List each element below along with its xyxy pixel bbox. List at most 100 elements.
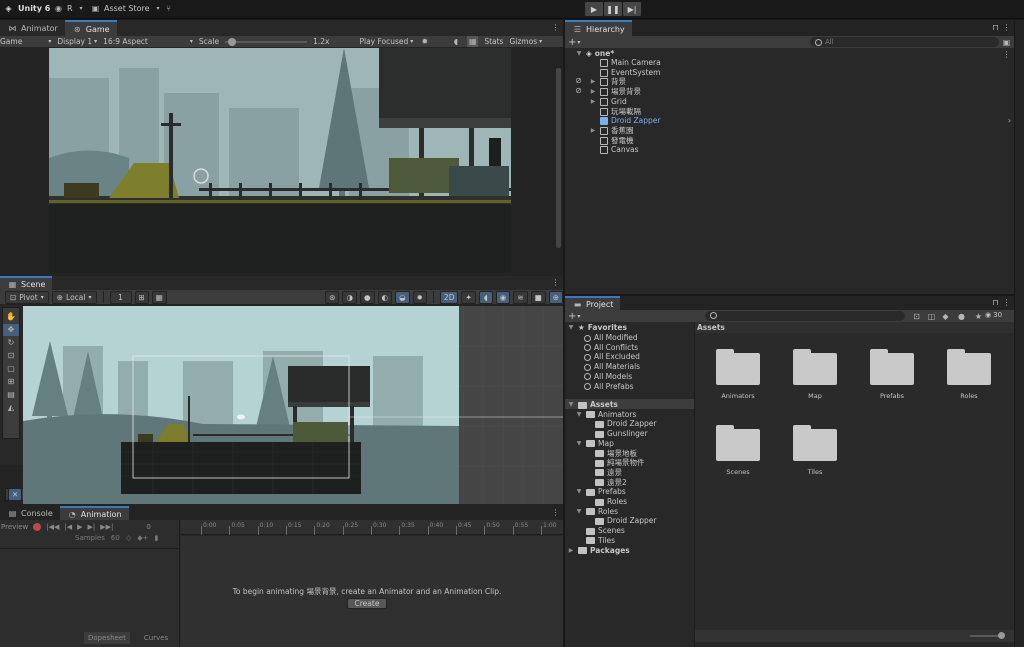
asset-folder-tile[interactable]: Prefabs — [857, 349, 927, 400]
create-dropdown[interactable]: + ▾ — [565, 311, 580, 322]
asset-folder-tile[interactable]: Tiles — [780, 425, 850, 476]
chevron-right-icon[interactable]: › — [1004, 115, 1015, 126]
display-dropdown[interactable]: Display 1 ▾ — [57, 37, 97, 46]
game-scrollbar[interactable] — [556, 68, 561, 248]
search-options-icon[interactable]: ▣ — [1001, 37, 1012, 48]
favorite-item[interactable]: All Modified — [584, 333, 638, 343]
more-menu-icon[interactable]: ⋮ — [1001, 297, 1012, 308]
search-by-type-icon[interactable]: ⊡ — [911, 311, 922, 322]
timeline-ruler[interactable]: 0:00 0:05 0:10 0:15 0:20 0:25 0:30 0:35 0:40 0:45… — [181, 520, 563, 535]
project-tree-item[interactable]: Scenes — [575, 526, 625, 536]
project-tree-item[interactable]: ▼ Animators — [575, 410, 637, 420]
hierarchy-item[interactable]: Droid Zapper — [589, 116, 660, 126]
bug-icon[interactable]: ✹ — [419, 36, 430, 47]
hierarchy-search-input[interactable]: All — [810, 37, 999, 47]
play-button[interactable]: ▶ — [585, 2, 603, 16]
view-tool-icon[interactable]: ✋ — [3, 311, 19, 323]
icon-size-slider-thumb[interactable] — [998, 632, 1005, 639]
transform-tool-icon[interactable]: ⊞ — [3, 376, 19, 388]
tile-select-icon[interactable]: ✕ — [8, 488, 23, 501]
next-key-icon[interactable]: ▶| — [88, 523, 96, 531]
eye-hidden-icon[interactable]: ⊘ — [573, 85, 584, 96]
add-event-icon[interactable]: ◆+ — [137, 534, 148, 542]
mode-2d-button[interactable]: 2D — [439, 290, 459, 304]
project-tree-item[interactable]: ▶ Packages — [567, 546, 630, 556]
scale-slider-thumb[interactable] — [228, 37, 237, 46]
asset-folder-tile[interactable]: Map — [780, 349, 850, 400]
tab-animation[interactable]: ◔ Animation — [59, 506, 129, 520]
tab-game[interactable]: ⊛ Game — [64, 20, 117, 36]
frame-input[interactable]: 0 — [146, 523, 150, 531]
grid-size-input[interactable]: 1 — [109, 290, 132, 304]
info-icon[interactable]: ● — [956, 311, 967, 322]
hierarchy-item[interactable]: 玩場載隔 — [589, 107, 641, 117]
tab-animator[interactable]: ⋈ Animator — [0, 20, 65, 36]
layers-button[interactable]: ≋ — [513, 290, 528, 304]
hierarchy-item[interactable]: ▶ Grid — [589, 97, 627, 107]
render-options-button[interactable]: ✹ — [412, 290, 427, 304]
scale-slider[interactable] — [225, 37, 308, 46]
pivot-dropdown[interactable]: ⊡ Pivot ▾ — [5, 290, 49, 304]
hierarchy-item[interactable]: ▶ 場景背景 — [589, 87, 641, 97]
chevron-down-icon[interactable]: ▼ — [575, 410, 583, 420]
grid-visibility-button[interactable]: ▦ — [151, 290, 167, 304]
move-tool-icon[interactable]: ✥ — [3, 324, 19, 336]
audio-toggle-button[interactable]: ◖ — [478, 290, 493, 304]
search-by-label-icon[interactable]: ◫ — [926, 311, 937, 322]
breadcrumb[interactable]: Assets — [697, 323, 725, 332]
project-tree-item[interactable]: Gunslinger — [584, 429, 648, 439]
hierarchy-item[interactable]: ▶ 香蕉園 — [589, 126, 634, 136]
favorite-item[interactable]: All Models — [584, 372, 632, 382]
version-control-icon[interactable]: ⑂ — [163, 3, 174, 14]
rect-tool-icon[interactable]: ▢ — [3, 363, 19, 375]
chevron-down-icon[interactable]: ▼ — [567, 400, 575, 410]
project-tree-item[interactable]: ▼ Roles — [575, 507, 618, 517]
local-dropdown[interactable]: ⊕ Local ▾ — [51, 290, 97, 304]
tag-icon[interactable]: ◆ — [940, 311, 951, 322]
last-key-icon[interactable]: ▶▶| — [100, 523, 113, 531]
tab-dopesheet[interactable]: Dopesheet — [84, 632, 130, 644]
more-menu-icon[interactable]: ⋮ — [1001, 22, 1012, 33]
pause-button[interactable]: ❚❚ — [604, 2, 622, 16]
lock-icon[interactable]: ⊓ — [990, 22, 1001, 33]
favorite-item[interactable]: All Materials — [584, 362, 640, 372]
draw-mode-button[interactable]: ⊛ — [325, 290, 340, 304]
hierarchy-item[interactable]: ▶ 背景 — [589, 77, 626, 87]
account-dropdown[interactable]: ◉ R ▾ — [53, 3, 87, 14]
event-marker-icon[interactable]: ▮ — [154, 534, 158, 542]
more-menu-icon[interactable]: ⋮ — [550, 277, 561, 288]
preview-toggle[interactable]: Preview — [1, 523, 28, 531]
favorite-item[interactable]: All Conflicts — [584, 343, 638, 353]
lock-icon[interactable]: ⊓ — [990, 297, 1001, 308]
project-tree-item[interactable]: 純場景物件 — [584, 458, 645, 468]
asset-folder-tile[interactable]: Animators — [703, 349, 773, 400]
aspect-dropdown[interactable]: 16:9 Aspect ▾ — [103, 37, 193, 46]
project-tree-item[interactable]: Droid Zapper — [584, 516, 656, 526]
chevron-right-icon[interactable]: ▶ — [589, 77, 597, 87]
hierarchy-item[interactable]: Main Camera — [589, 58, 661, 68]
stats-button[interactable]: Stats — [484, 37, 503, 46]
tab-scene[interactable]: ▦ Scene — [0, 276, 53, 290]
scale-tool-icon[interactable]: ⊡ — [3, 350, 19, 362]
prev-key-icon[interactable]: |◀ — [64, 523, 72, 531]
shading-wire-button[interactable]: ◑ — [342, 290, 357, 304]
favorite-star-icon[interactable]: ★ — [973, 311, 984, 322]
terrain-tool-icon[interactable]: ◭ — [3, 402, 19, 414]
chevron-down-icon[interactable]: ▼ — [575, 487, 583, 497]
project-tree-item[interactable]: Roles — [584, 497, 627, 507]
gizmo-toggle-icon[interactable]: ▦ — [467, 36, 479, 47]
game-view-canvas[interactable] — [49, 48, 511, 273]
project-tree-item[interactable]: Tiles — [575, 536, 615, 546]
shading-textured-button[interactable]: ◒ — [395, 290, 410, 304]
chevron-right-icon[interactable]: ▶ — [567, 546, 575, 556]
record-icon[interactable] — [33, 522, 42, 531]
chevron-right-icon[interactable]: ▶ — [589, 97, 597, 107]
favorite-item[interactable]: All Excluded — [584, 352, 640, 362]
lighting-button[interactable]: ✦ — [461, 290, 476, 304]
create-button[interactable]: Create — [347, 598, 387, 609]
chevron-right-icon[interactable]: ▶ — [589, 87, 597, 97]
first-key-icon[interactable]: |◀◀ — [46, 523, 59, 531]
gizmos-button[interactable]: ⊕ — [548, 290, 563, 304]
chevron-right-icon[interactable]: ▶ — [589, 126, 597, 136]
shading-shaded-button[interactable]: ◐ — [377, 290, 393, 304]
